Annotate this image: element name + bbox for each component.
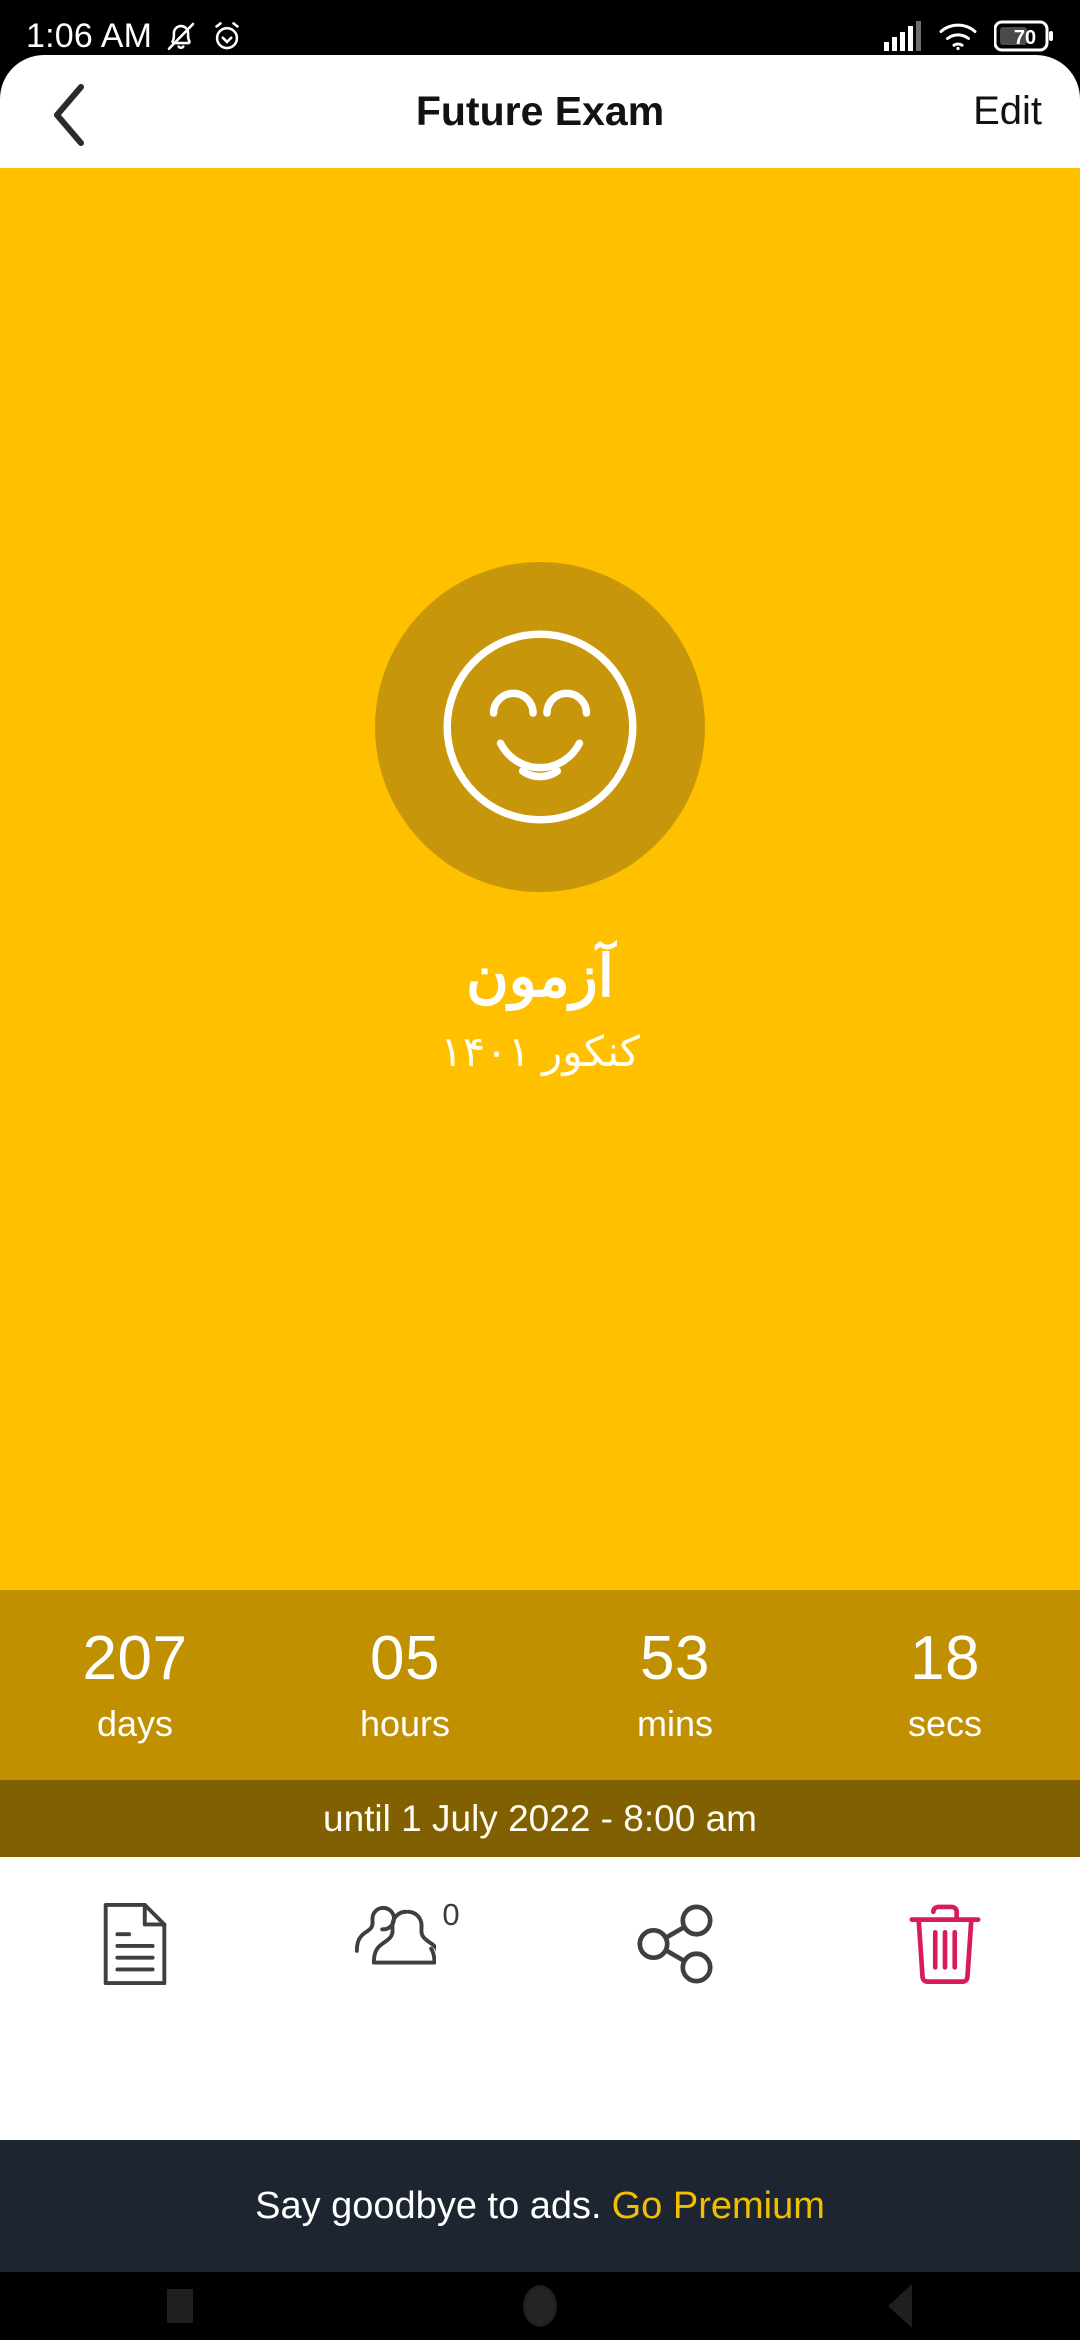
delete-button[interactable]	[810, 1857, 1080, 1987]
edit-button[interactable]: Edit	[969, 83, 1046, 140]
android-nav-bar	[0, 2272, 1080, 2340]
cellular-signal-icon	[884, 21, 922, 51]
go-premium-link[interactable]: Go Premium	[612, 2185, 825, 2228]
countdown-value-days: 207	[82, 1624, 188, 1693]
countdown-value-secs: 18	[910, 1624, 980, 1693]
people-icon	[350, 1901, 437, 1987]
back-button[interactable]	[34, 79, 106, 151]
note-button[interactable]	[0, 1857, 270, 1987]
chevron-left-icon	[43, 79, 97, 151]
participants-count: 0	[442, 1897, 460, 1932]
page-title: Future Exam	[415, 88, 665, 134]
countdown-value-mins: 53	[640, 1624, 710, 1693]
countdown-value-hours: 05	[370, 1624, 440, 1693]
countdown-unit-mins: 53 mins	[540, 1590, 810, 1780]
svg-text:70: 70	[1014, 27, 1036, 49]
countdown-unit-hours: 05 hours	[270, 1590, 540, 1780]
countdown-unit-days: 207 days	[0, 1590, 270, 1780]
share-icon	[632, 1901, 718, 1987]
nav-recents-button[interactable]	[0, 2289, 360, 2323]
notification-muted-icon	[164, 19, 198, 53]
participants-wrap: 0	[350, 1897, 460, 1987]
participants-button[interactable]: 0	[270, 1857, 540, 1987]
countdown-label-days: days	[96, 1703, 174, 1744]
nav-back-button[interactable]	[720, 2284, 1080, 2328]
status-bar-left: 1:06 AM	[26, 19, 244, 53]
status-bar-clock: 1:06 AM	[26, 17, 153, 55]
event-subtitle: کنکور ۱۴۰۱	[440, 1027, 640, 1075]
alarm-icon	[210, 19, 244, 53]
trash-icon	[906, 1901, 984, 1987]
until-text: until 1 July 2022 - 8:00 am	[323, 1797, 757, 1839]
countdown-label-hours: hours	[359, 1703, 451, 1744]
share-button[interactable]	[540, 1857, 810, 1987]
ad-banner-text: Say goodbye to ads.	[255, 2184, 602, 2227]
event-title: آزمون	[466, 944, 614, 1009]
smiley-face-icon	[424, 611, 656, 843]
countdown-label-mins: mins	[636, 1703, 713, 1744]
event-hero: آزمون کنکور ۱۴۰۱	[0, 168, 1080, 1590]
battery-icon: 70	[994, 20, 1054, 52]
action-toolbar: 0	[0, 1857, 1080, 2140]
countdown-band: 207 days 05 hours 53 mins 18 secs	[0, 1590, 1080, 1780]
wifi-icon	[938, 21, 978, 51]
document-note-icon	[99, 1901, 171, 1987]
ad-banner[interactable]: Say goodbye to ads. Go Premium	[0, 2140, 1080, 2272]
status-bar-right: 70	[884, 20, 1054, 52]
triangle-back-icon	[888, 2284, 912, 2328]
app-header: Future Exam Edit	[0, 55, 1080, 168]
nav-home-button[interactable]	[360, 2285, 720, 2327]
event-avatar[interactable]	[375, 562, 705, 892]
until-bar: until 1 July 2022 - 8:00 am	[0, 1780, 1080, 1857]
phone-screen: 1:06 AM 70 Future Exam Edit آزمون کنکور …	[0, 0, 1080, 2340]
countdown-unit-secs: 18 secs	[810, 1590, 1080, 1780]
countdown-label-secs: secs	[907, 1703, 983, 1744]
circle-icon	[523, 2285, 557, 2327]
square-icon	[167, 2289, 193, 2323]
